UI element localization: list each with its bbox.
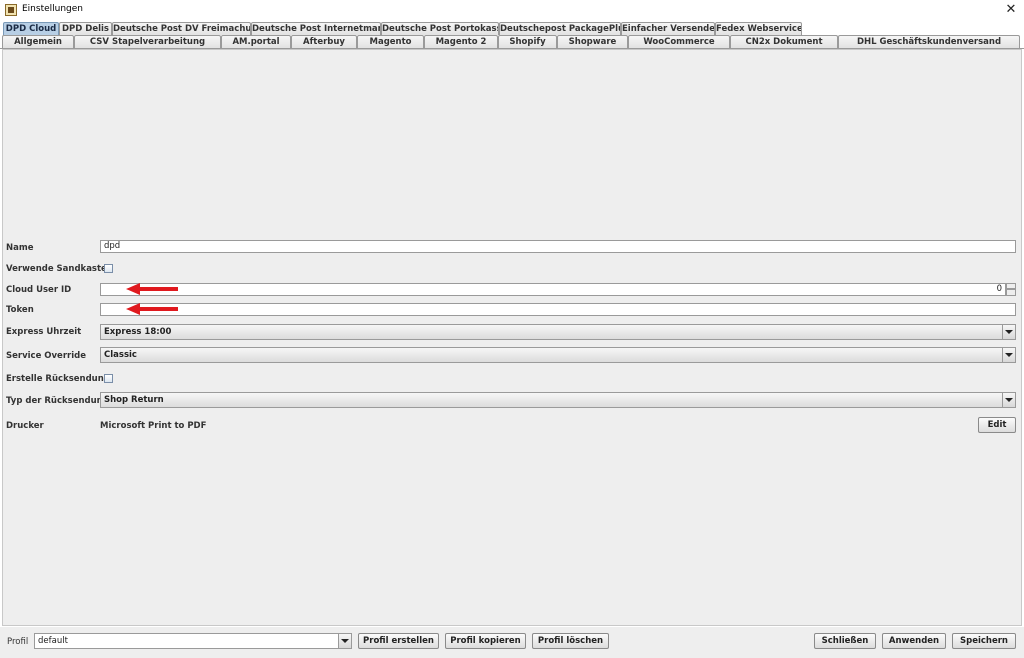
cloud-user-id-label: Cloud User ID xyxy=(6,285,72,295)
close-button[interactable]: Schließen xyxy=(814,633,876,649)
app-icon xyxy=(5,4,17,16)
printer-label: Drucker xyxy=(6,421,44,431)
chevron-down-icon[interactable] xyxy=(1002,325,1015,339)
return-type-label: Typ der Rücksendung xyxy=(6,396,109,406)
sandbox-label: Verwende Sandkasten xyxy=(6,264,113,274)
copy-profile-button[interactable]: Profil kopieren xyxy=(445,633,526,649)
express-select[interactable]: Express 18:00 xyxy=(100,324,1016,340)
tab-magento-2[interactable]: Magento 2 xyxy=(424,35,498,48)
tab-einfacher-versender[interactable]: Einfacher Versender xyxy=(621,22,715,35)
token-field[interactable] xyxy=(100,303,1016,316)
express-label: Express Uhrzeit xyxy=(6,327,82,337)
chevron-down-icon[interactable] xyxy=(1002,348,1015,362)
token-label: Token xyxy=(6,305,34,315)
tab-afterbuy[interactable]: Afterbuy xyxy=(291,35,357,48)
tab-deutsche-post-internetmarke[interactable]: Deutsche Post Internetmarke xyxy=(251,22,381,35)
tab-shopware[interactable]: Shopware xyxy=(557,35,628,48)
name-field[interactable]: dpd xyxy=(100,240,1016,253)
tab-am-portal[interactable]: AM.portal xyxy=(221,35,291,48)
red-arrow-annotation-icon xyxy=(126,303,178,315)
delete-profile-button[interactable]: Profil löschen xyxy=(532,633,609,649)
tab-csv-stapelverarbeitung[interactable]: CSV Stapelverarbeitung xyxy=(74,35,221,48)
printer-value: Microsoft Print to PDF xyxy=(100,421,207,431)
tab-dpd-cloud[interactable]: DPD Cloud xyxy=(3,22,59,35)
tab-shopify[interactable]: Shopify xyxy=(498,35,557,48)
save-button[interactable]: Speichern xyxy=(952,633,1016,649)
return-label: Erstelle Rücksendung xyxy=(6,374,110,384)
close-icon[interactable]: ✕ xyxy=(1000,1,1022,19)
tab-fedex-webservice[interactable]: Fedex Webservice xyxy=(715,22,802,35)
window-title: Einstellungen xyxy=(22,4,84,14)
tab-woocommerce[interactable]: WooCommerce xyxy=(628,35,730,48)
create-profile-button[interactable]: Profil erstellen xyxy=(358,633,439,649)
profile-select[interactable]: default xyxy=(34,633,352,649)
red-arrow-annotation-icon xyxy=(126,283,178,295)
chevron-down-icon[interactable] xyxy=(338,634,351,648)
title-bar: Einstellungen ✕ xyxy=(0,0,1024,21)
tab-magento[interactable]: Magento xyxy=(357,35,424,48)
express-select-value: Express 18:00 xyxy=(104,327,172,337)
return-type-select[interactable]: Shop Return xyxy=(100,392,1016,408)
tab-allgemein[interactable]: Allgemein xyxy=(2,35,74,48)
tab-deutsche-post-dv-freimachung[interactable]: Deutsche Post DV Freimachung xyxy=(112,22,251,35)
tab-deutsche-post-portokasse[interactable]: Deutsche Post Portokasse xyxy=(381,22,499,35)
sandbox-checkbox[interactable] xyxy=(104,264,113,273)
service-override-select-value: Classic xyxy=(104,350,137,360)
return-type-select-value: Shop Return xyxy=(104,395,164,405)
profile-select-value: default xyxy=(38,636,68,646)
apply-button[interactable]: Anwenden xyxy=(882,633,946,649)
tab-deutschepost-packageplus[interactable]: Deutschepost PackagePlus xyxy=(499,22,621,35)
name-label: Name xyxy=(6,243,34,253)
tab-dhl-geschaeftskundenversand[interactable]: DHL Geschäftskundenversand xyxy=(838,35,1020,48)
chevron-down-icon[interactable] xyxy=(1002,393,1015,407)
service-override-label: Service Override xyxy=(6,351,86,361)
profile-label: Profil xyxy=(7,637,29,647)
spinner-down-icon[interactable] xyxy=(1006,289,1016,296)
return-checkbox[interactable] xyxy=(104,374,113,383)
tab-cn2x-dokument[interactable]: CN2x Dokument xyxy=(730,35,838,48)
cloud-user-id-field[interactable]: 0 xyxy=(100,283,1006,296)
service-override-select[interactable]: Classic xyxy=(100,347,1016,363)
tab-dpd-delis[interactable]: DPD Delis xyxy=(59,22,112,35)
edit-printer-button[interactable]: Edit xyxy=(978,417,1016,433)
